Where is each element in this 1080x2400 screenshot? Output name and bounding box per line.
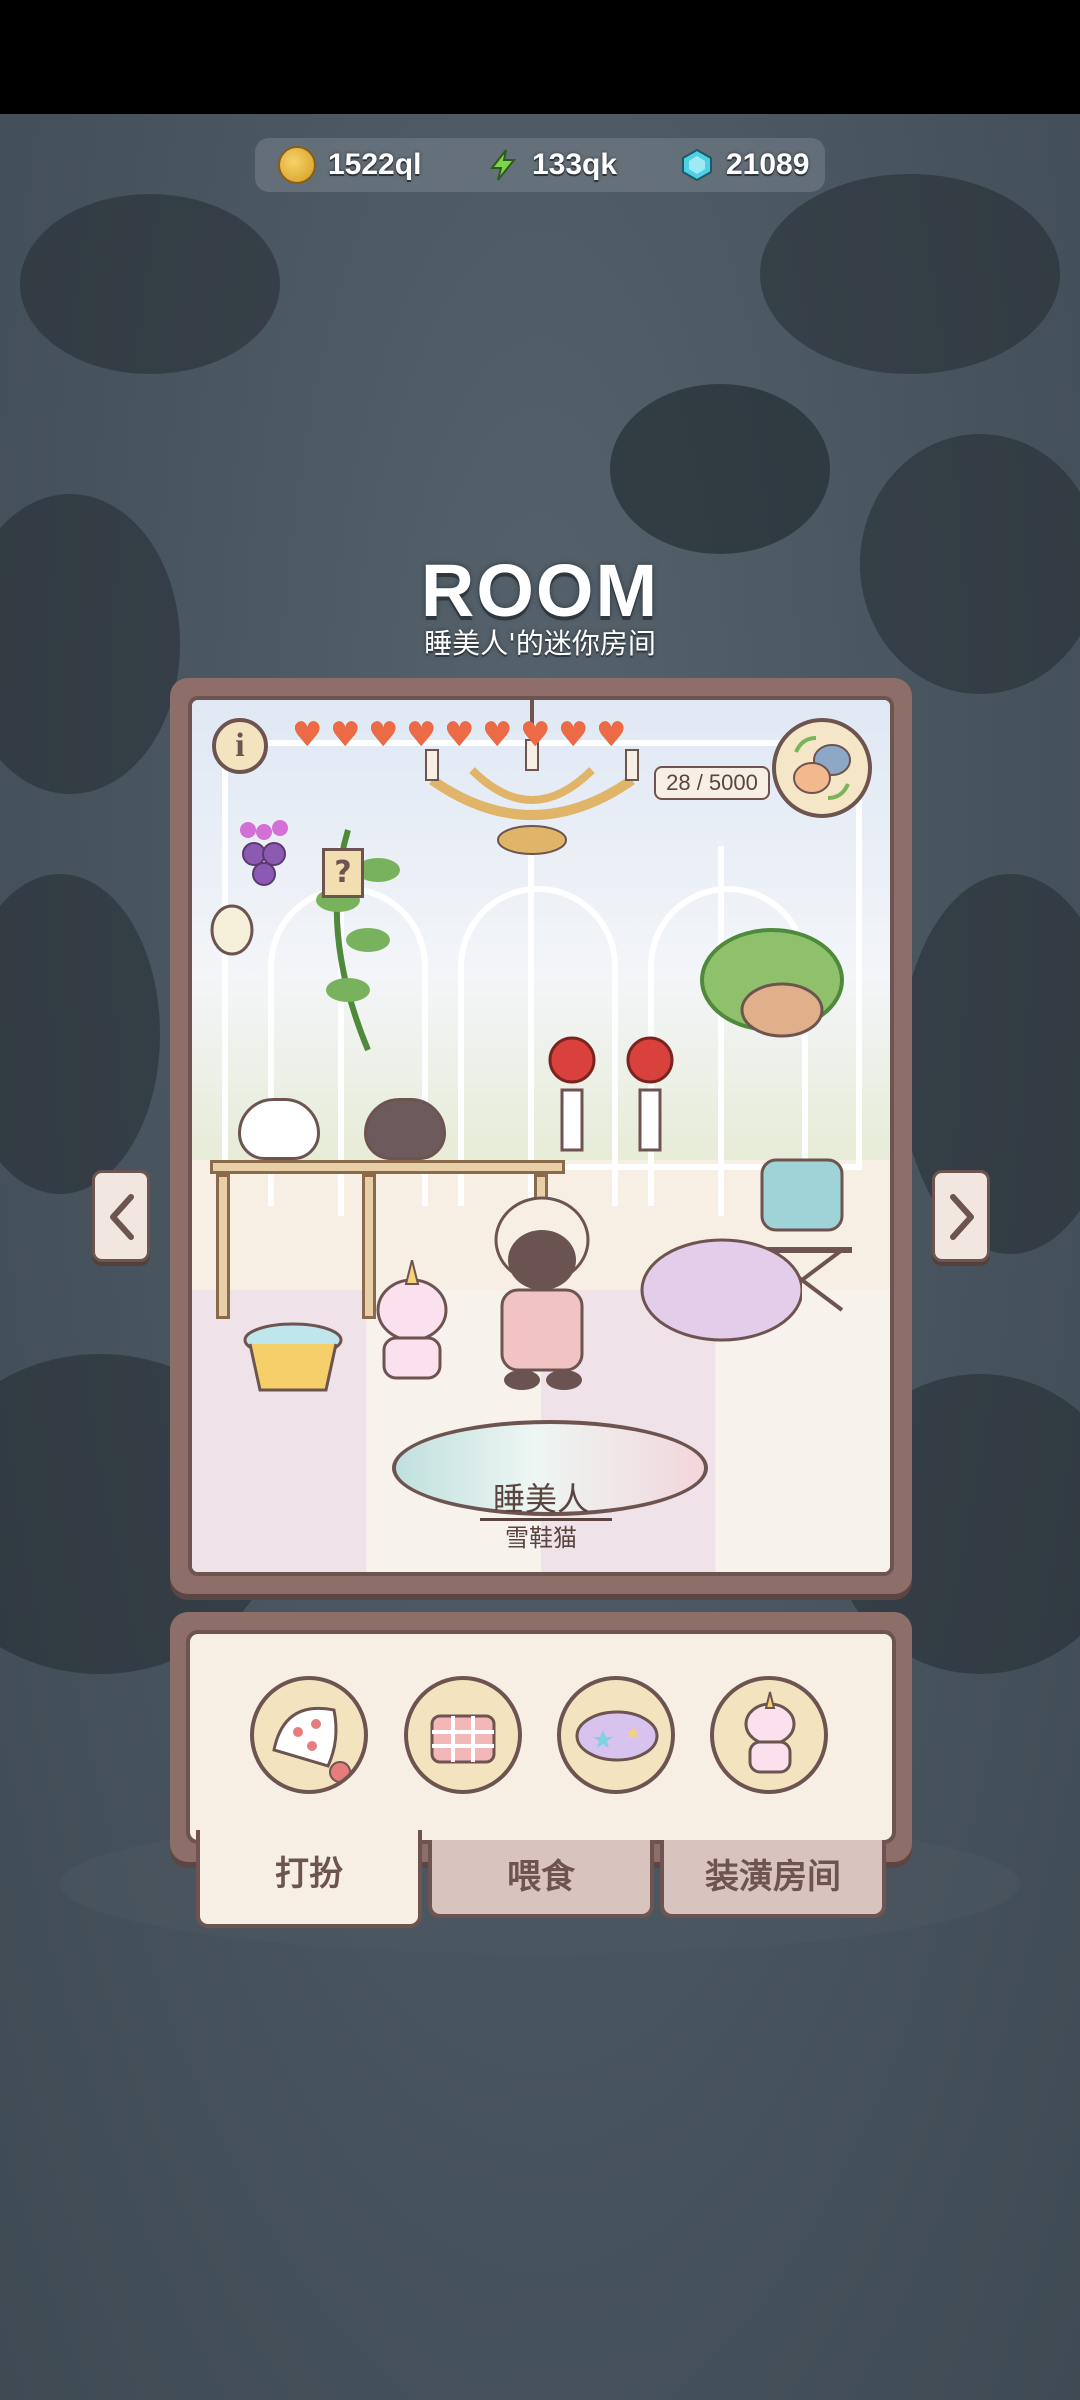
- chevron-right-icon: [950, 1194, 974, 1240]
- room-view[interactable]: ? i ♥ ♥ ♥ ♥ ♥ ♥ ♥ ♥ ♥ 28 / 5000 睡美人 雪鞋猫: [188, 696, 894, 1576]
- switch-cat-button[interactable]: [772, 718, 872, 818]
- coin-counter: 1522ql: [278, 138, 421, 192]
- coin-icon: [278, 146, 316, 184]
- lightning-icon: [489, 149, 517, 181]
- next-room-button[interactable]: [932, 1170, 990, 1262]
- star-cloud-icon: [575, 1710, 659, 1762]
- heart-icon: ♥: [406, 715, 437, 755]
- coin-value: 1522ql: [328, 148, 422, 181]
- gingham-top-icon: [430, 1714, 496, 1764]
- info-button[interactable]: i: [212, 718, 268, 774]
- tab-dress-up[interactable]: 打扮: [196, 1830, 422, 1928]
- item-gingham-top[interactable]: [404, 1676, 522, 1794]
- cat-swap-icon: [793, 736, 851, 800]
- heart-icon: ♥: [596, 715, 627, 755]
- unicorn-pet-icon: [376, 1260, 448, 1380]
- polka-dot-sleep-cap-icon: [272, 1706, 351, 1783]
- room-owner-subtitle: 睡美人'的迷你房间: [424, 627, 656, 660]
- rose-vases-icon: [548, 1036, 674, 1152]
- hanging-fern-icon: [700, 928, 844, 1038]
- unicorn-pet-icon: [744, 1691, 796, 1774]
- gem-value: 21089: [726, 148, 810, 181]
- heart-icon: ♥: [482, 715, 513, 755]
- dark-cat-pot-icon: [364, 1098, 446, 1160]
- status-bar: [0, 0, 1080, 114]
- energy-counter: 133qk: [486, 138, 617, 192]
- energy-value: 133qk: [532, 148, 618, 181]
- pet-breed: 雪鞋猫: [505, 1524, 577, 1552]
- heart-icon: ♥: [330, 715, 361, 755]
- item-unicorn[interactable]: [710, 1676, 828, 1794]
- mystery-box[interactable]: ?: [322, 848, 364, 898]
- gem-counter: 21089: [680, 138, 809, 192]
- heart-icon: ♥: [520, 715, 551, 755]
- white-cat-pot-icon: [238, 1098, 320, 1160]
- food-bowl-icon: [243, 1322, 343, 1392]
- affection-counter: 28 / 5000: [654, 766, 770, 800]
- tab-feed[interactable]: 喂食: [428, 1840, 654, 1918]
- chevron-left-icon: [110, 1194, 134, 1240]
- previous-room-button[interactable]: [92, 1170, 150, 1262]
- heart-icon: ♥: [368, 715, 399, 755]
- plant-shelf: [210, 1160, 565, 1174]
- heart-icon: ♥: [558, 715, 589, 755]
- pet-name: 睡美人: [492, 1480, 589, 1518]
- heart-icon: ♥: [444, 715, 475, 755]
- item-sleep-cap[interactable]: [250, 1676, 368, 1794]
- heart-icon: ♥: [292, 715, 323, 755]
- gem-icon: [682, 148, 712, 182]
- tab-decorate-room[interactable]: 装潢房间: [660, 1840, 886, 1918]
- affection-hearts: ♥ ♥ ♥ ♥ ♥ ♥ ♥ ♥ ♥: [292, 715, 630, 755]
- item-star-cloud[interactable]: [557, 1676, 675, 1794]
- pet-cat-sleeping-beauty[interactable]: [472, 1180, 802, 1410]
- page-title: ROOM: [420, 549, 660, 632]
